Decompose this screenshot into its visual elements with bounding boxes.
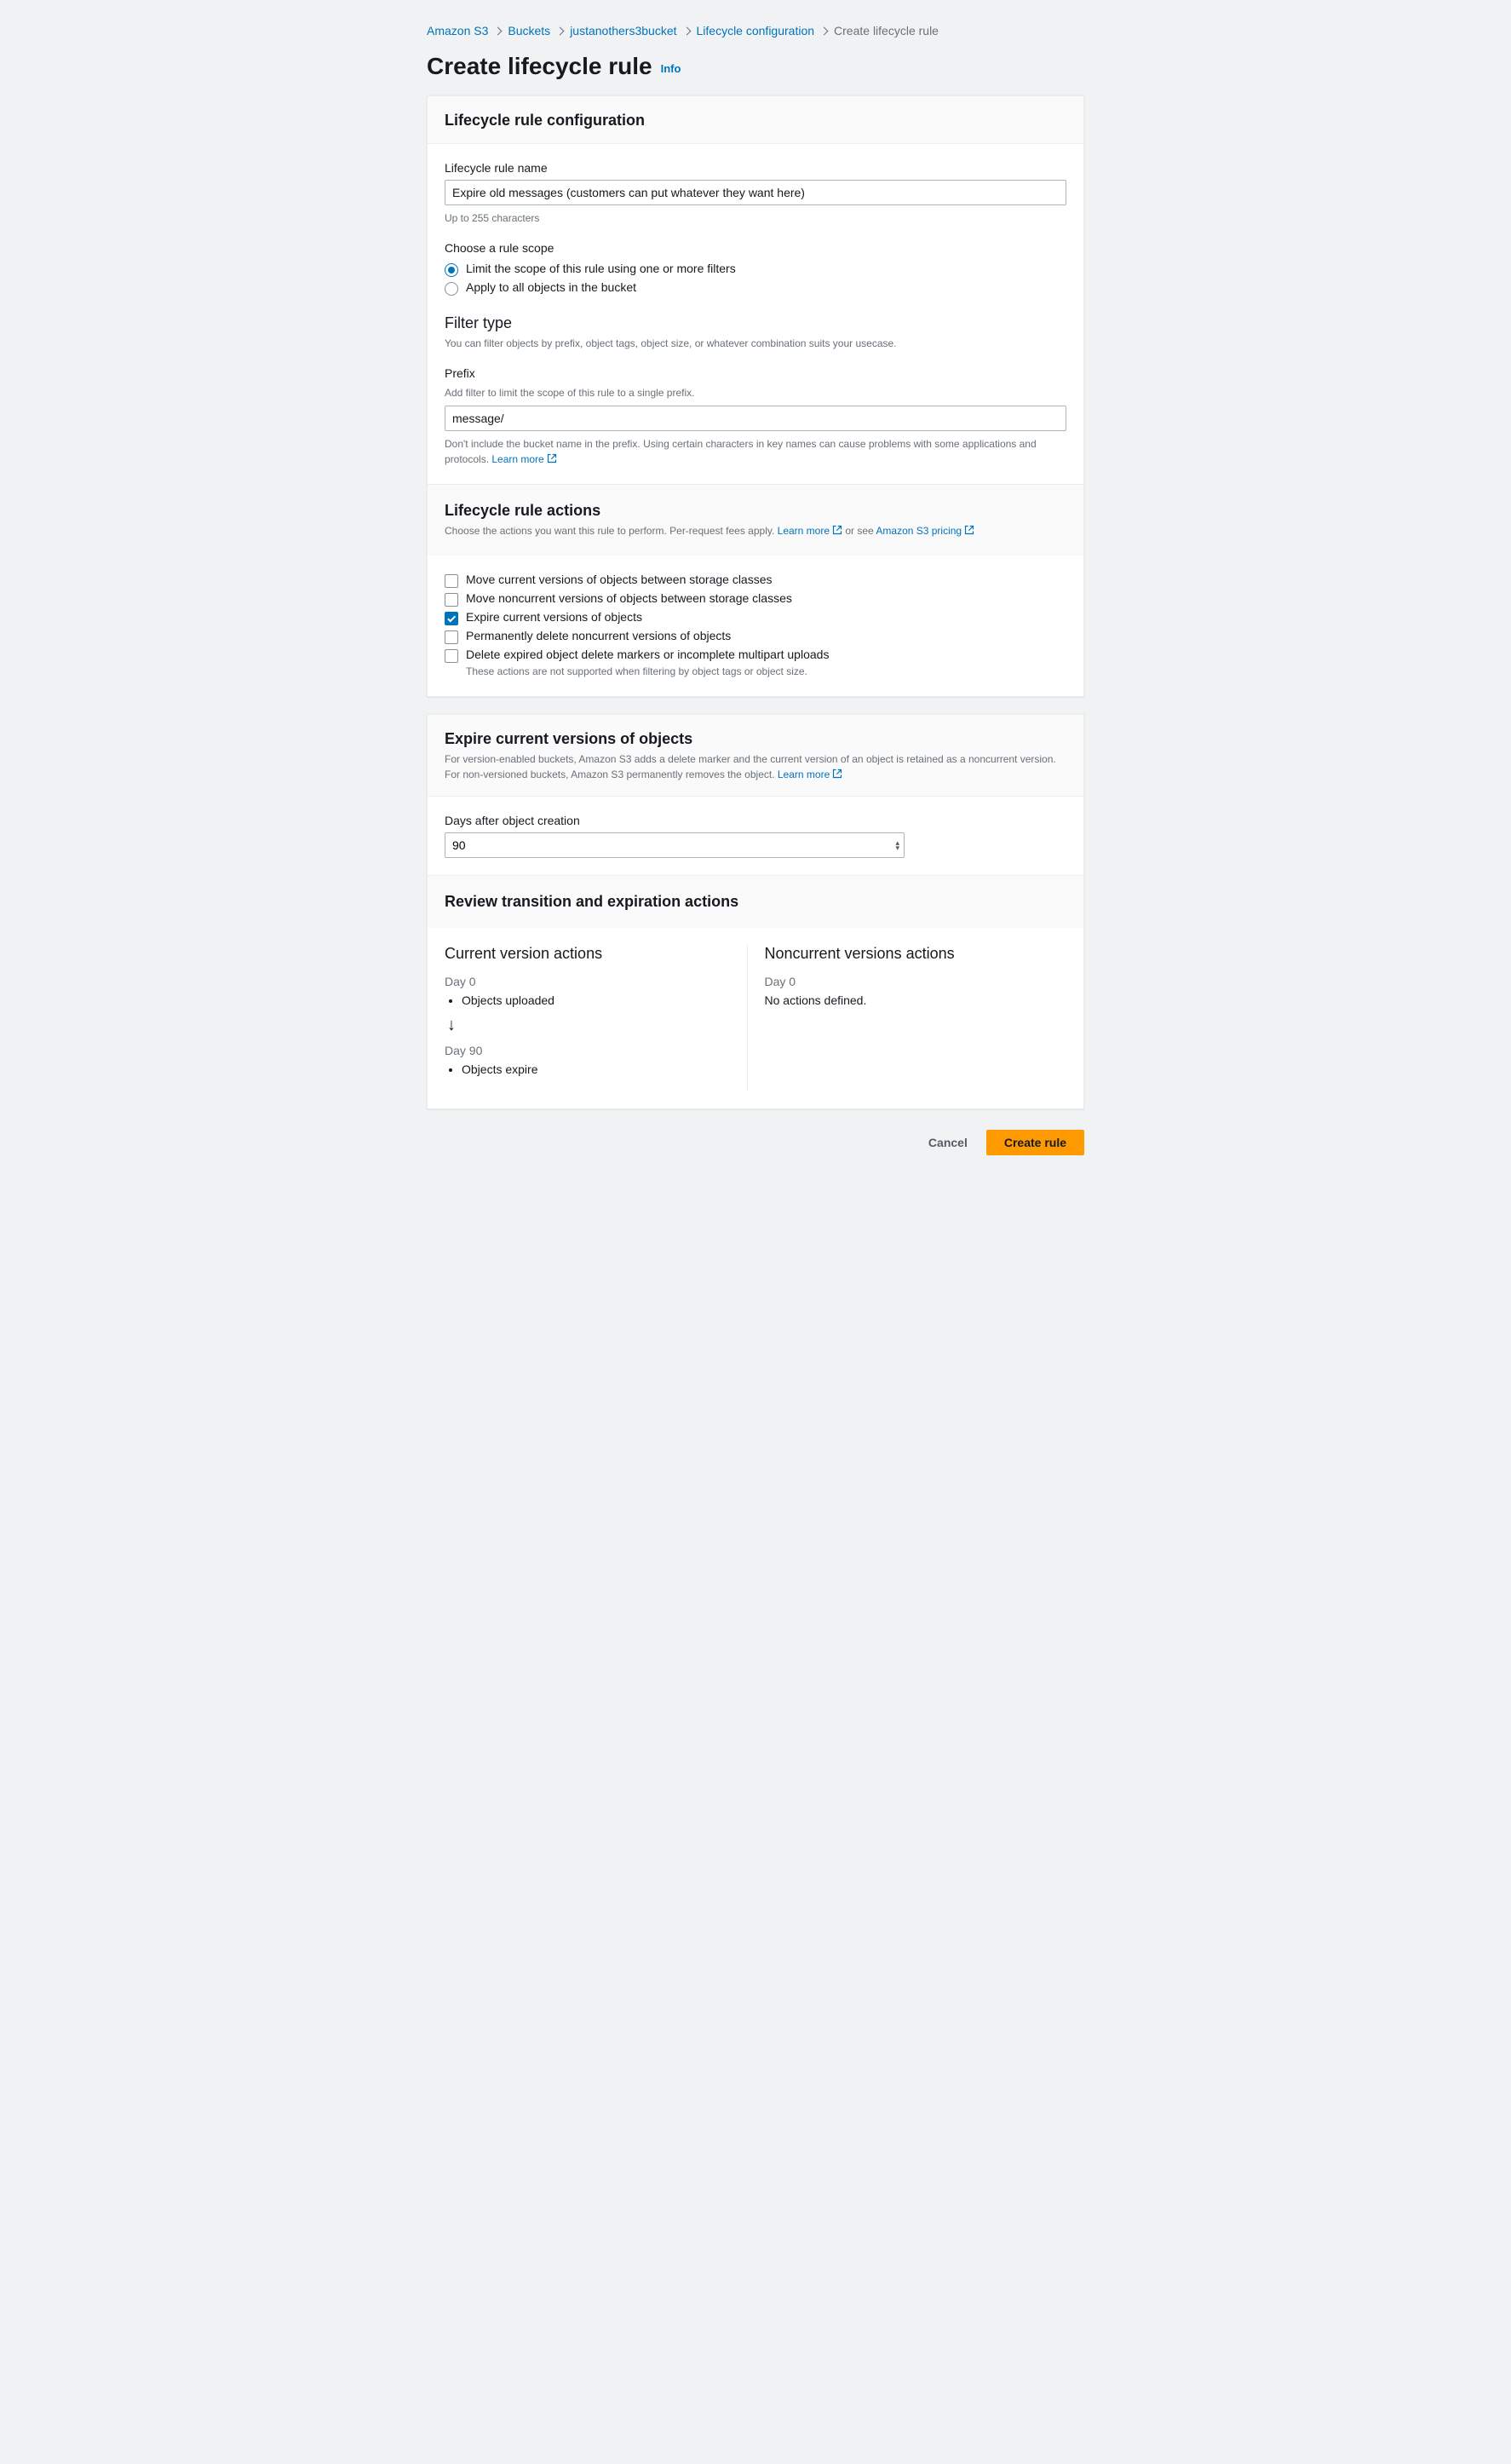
prefix-label: Prefix: [445, 366, 1066, 380]
external-link-icon: [547, 453, 557, 463]
chevron-right-icon: [494, 26, 503, 35]
chevron-right-icon: [556, 26, 565, 35]
review-noncurrent-title: Noncurrent versions actions: [765, 945, 1067, 963]
breadcrumb-link[interactable]: Buckets: [508, 24, 550, 37]
action-check-expire-current[interactable]: Expire current versions of objects: [445, 608, 1066, 627]
chevron-right-icon: [820, 26, 829, 35]
chevron-down-icon: ▾: [895, 845, 899, 850]
breadcrumb: Amazon S3 Buckets justanothers3bucket Li…: [427, 17, 1084, 49]
page-title: Create lifecycle rule: [427, 53, 652, 80]
radio-icon: [445, 282, 458, 296]
breadcrumb-link[interactable]: Amazon S3: [427, 24, 488, 37]
rule-name-hint: Up to 255 characters: [445, 210, 1066, 226]
checkbox-label: Move current versions of objects between…: [466, 573, 773, 586]
checkbox-label: Permanently delete noncurrent versions o…: [466, 629, 731, 642]
breadcrumb-current: Create lifecycle rule: [834, 24, 939, 37]
checkbox-label: Delete expired object delete markers or …: [466, 648, 829, 661]
learn-more-link[interactable]: Learn more: [778, 525, 842, 537]
rule-scope-label: Choose a rule scope: [445, 241, 1066, 255]
breadcrumb-link[interactable]: Lifecycle configuration: [697, 24, 815, 37]
action-check-delete-markers[interactable]: Delete expired object delete markers or …: [445, 646, 1066, 665]
days-label: Days after object creation: [445, 814, 1066, 827]
action-check-move-noncurrent[interactable]: Move noncurrent versions of objects betw…: [445, 590, 1066, 608]
expire-panel: Expire current versions of objects For v…: [427, 714, 1084, 1109]
number-stepper[interactable]: ▴ ▾: [895, 840, 899, 850]
rule-name-input[interactable]: [445, 180, 1066, 205]
radio-label: Limit the scope of this rule using one o…: [466, 262, 736, 275]
days-input[interactable]: [445, 832, 905, 858]
review-day-label: Day 0: [445, 975, 747, 988]
prefix-input[interactable]: [445, 406, 1066, 431]
config-panel: Lifecycle rule configuration Lifecycle r…: [427, 95, 1084, 697]
scope-radio-limit[interactable]: Limit the scope of this rule using one o…: [445, 260, 1066, 279]
breadcrumb-link[interactable]: justanothers3bucket: [570, 24, 676, 37]
external-link-icon: [832, 769, 842, 779]
filter-type-desc: You can filter objects by prefix, object…: [445, 336, 1066, 351]
info-link[interactable]: Info: [661, 62, 681, 75]
pricing-link[interactable]: Amazon S3 pricing: [876, 525, 974, 537]
review-current-col: Current version actions Day 0 Objects up…: [445, 945, 747, 1091]
checkbox-icon: [445, 649, 458, 663]
review-day-label: Day 0: [765, 975, 1067, 988]
checkbox-label: Expire current versions of objects: [466, 610, 642, 624]
chevron-right-icon: [682, 26, 691, 35]
action-check-delete-markers-sub: These actions are not supported when fil…: [466, 665, 1066, 679]
external-link-icon: [964, 525, 974, 535]
learn-more-link[interactable]: Learn more: [778, 769, 842, 780]
prefix-hint: Don't include the bucket name in the pre…: [445, 436, 1066, 467]
checkbox-icon: [445, 612, 458, 625]
review-item: Objects uploaded: [462, 993, 747, 1007]
filter-type-title: Filter type: [445, 314, 1066, 332]
cancel-button[interactable]: Cancel: [918, 1130, 978, 1155]
checkbox-label: Move noncurrent versions of objects betw…: [466, 591, 792, 605]
review-panel-title: Review transition and expiration actions: [445, 893, 1066, 911]
external-link-icon: [832, 525, 842, 535]
expire-panel-title: Expire current versions of objects: [445, 730, 1066, 748]
review-noncurrent-col: Noncurrent versions actions Day 0 No act…: [747, 945, 1067, 1091]
checkbox-icon: [445, 574, 458, 588]
create-rule-button[interactable]: Create rule: [986, 1130, 1084, 1155]
footer-actions: Cancel Create rule: [427, 1126, 1084, 1164]
actions-panel-title: Lifecycle rule actions: [445, 502, 1066, 520]
expire-panel-desc: For version-enabled buckets, Amazon S3 a…: [445, 751, 1066, 782]
radio-label: Apply to all objects in the bucket: [466, 280, 636, 294]
radio-icon: [445, 263, 458, 277]
checkbox-icon: [445, 630, 458, 644]
review-item: Objects expire: [462, 1062, 747, 1076]
config-panel-title: Lifecycle rule configuration: [445, 112, 1066, 130]
learn-more-link[interactable]: Learn more: [491, 453, 556, 465]
checkbox-icon: [445, 593, 458, 607]
actions-desc: Choose the actions you want this rule to…: [445, 523, 1066, 538]
rule-name-label: Lifecycle rule name: [445, 161, 1066, 175]
prefix-sublabel: Add filter to limit the scope of this ru…: [445, 385, 1066, 400]
action-check-delete-noncurrent[interactable]: Permanently delete noncurrent versions o…: [445, 627, 1066, 646]
review-none-text: No actions defined.: [765, 993, 1067, 1007]
scope-radio-all[interactable]: Apply to all objects in the bucket: [445, 279, 1066, 297]
review-day-label: Day 90: [445, 1044, 747, 1057]
review-current-title: Current version actions: [445, 945, 747, 963]
arrow-down-icon: ↓: [447, 1016, 747, 1035]
action-check-move-current[interactable]: Move current versions of objects between…: [445, 571, 1066, 590]
